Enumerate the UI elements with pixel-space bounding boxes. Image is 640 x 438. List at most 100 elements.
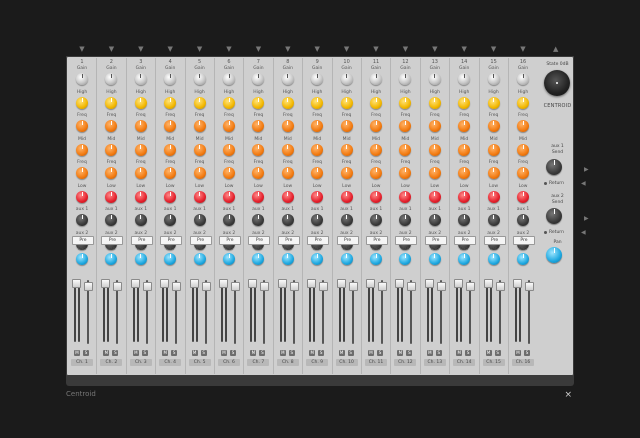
high-freq-knob[interactable] [428, 120, 441, 132]
mid-freq-knob[interactable] [487, 167, 500, 179]
high-eq-knob[interactable] [517, 96, 529, 109]
solo-button[interactable]: S [171, 350, 178, 356]
high-eq-knob[interactable] [281, 96, 294, 109]
aux1-knob[interactable] [487, 214, 500, 226]
mute-button[interactable]: M [103, 350, 110, 356]
close-icon[interactable]: × [564, 390, 572, 400]
aux1-knob[interactable] [399, 214, 412, 226]
high-freq-knob[interactable] [517, 120, 529, 132]
high-freq-knob[interactable] [487, 120, 500, 132]
mid-eq-knob[interactable] [311, 143, 324, 156]
pan-knob[interactable] [105, 253, 118, 265]
high-freq-knob[interactable] [76, 120, 88, 132]
high-eq-knob[interactable] [164, 96, 177, 109]
low-eq-knob[interactable] [193, 190, 206, 203]
fader-handle[interactable] [113, 282, 123, 291]
gain-knob[interactable] [399, 73, 412, 85]
low-eq-knob[interactable] [281, 190, 294, 203]
channel-name[interactable]: Ch. 16 [512, 359, 534, 366]
low-eq-knob[interactable] [76, 190, 88, 203]
mute-button[interactable]: M [485, 350, 492, 356]
mid-freq-knob[interactable] [311, 167, 324, 179]
pre-button[interactable]: Pre [454, 236, 477, 245]
mid-eq-knob[interactable] [105, 143, 118, 156]
high-eq-knob[interactable] [76, 96, 88, 109]
aux1-knob[interactable] [370, 214, 382, 226]
gain-knob[interactable] [517, 73, 529, 85]
pre-button[interactable]: Pre [424, 236, 447, 245]
fader-handle[interactable] [466, 282, 476, 291]
aux1-knob[interactable] [164, 214, 177, 226]
mid-eq-knob[interactable] [487, 143, 500, 156]
high-freq-knob[interactable] [193, 120, 206, 132]
low-eq-knob[interactable] [428, 190, 441, 203]
aux1-return-indicator[interactable] [544, 182, 547, 185]
high-eq-knob[interactable] [193, 96, 206, 109]
mid-freq-knob[interactable] [76, 167, 88, 179]
aux1-send-knob[interactable] [546, 159, 562, 175]
high-eq-knob[interactable] [458, 96, 471, 109]
aux1-knob[interactable] [223, 214, 235, 226]
pre-button[interactable]: Pre [336, 236, 359, 245]
pre-button[interactable]: Pre [366, 236, 388, 245]
mute-button[interactable]: M [309, 350, 316, 356]
low-eq-knob[interactable] [458, 190, 471, 203]
high-eq-knob[interactable] [428, 96, 441, 109]
master-pan-knob[interactable] [546, 247, 562, 263]
channel-name[interactable]: Ch. 14 [453, 359, 476, 366]
low-eq-knob[interactable] [223, 190, 235, 203]
high-eq-knob[interactable] [487, 96, 500, 109]
solo-button[interactable]: S [112, 350, 119, 356]
pan-knob[interactable] [281, 253, 294, 265]
mid-eq-knob[interactable] [370, 143, 382, 156]
pre-button[interactable]: Pre [160, 236, 183, 245]
channel-name[interactable]: Ch. 1 [71, 359, 93, 366]
channel-name[interactable]: Ch. 2 [100, 359, 123, 366]
fader-handle[interactable] [407, 282, 417, 291]
mid-freq-knob[interactable] [370, 167, 382, 179]
aux1-knob[interactable] [458, 214, 471, 226]
pre-button[interactable]: Pre [277, 236, 300, 245]
solo-button[interactable]: S [347, 350, 354, 356]
mute-button[interactable]: M [456, 350, 463, 356]
gain-knob[interactable] [487, 73, 500, 85]
high-eq-knob[interactable] [311, 96, 324, 109]
channel-name[interactable]: Ch. 7 [247, 359, 270, 366]
fader-handle[interactable] [142, 282, 152, 291]
low-eq-knob[interactable] [105, 190, 118, 203]
pan-knob[interactable] [370, 253, 382, 265]
mute-button[interactable]: M [397, 350, 404, 356]
high-freq-knob[interactable] [164, 120, 177, 132]
mute-button[interactable]: M [191, 350, 198, 356]
mid-eq-knob[interactable] [164, 143, 177, 156]
mute-button[interactable]: M [221, 350, 227, 356]
mid-freq-knob[interactable] [458, 167, 471, 179]
mute-button[interactable]: M [338, 350, 345, 356]
channel-name[interactable]: Ch. 8 [276, 359, 299, 366]
gain-knob[interactable] [311, 73, 324, 85]
mid-eq-knob[interactable] [458, 143, 471, 156]
solo-button[interactable]: S [406, 350, 413, 356]
high-eq-knob[interactable] [399, 96, 412, 109]
gain-knob[interactable] [252, 73, 265, 85]
pan-knob[interactable] [164, 253, 177, 265]
channel-name[interactable]: Ch. 12 [394, 359, 417, 366]
pan-knob[interactable] [311, 253, 324, 265]
channel-name[interactable]: Ch. 5 [188, 359, 211, 366]
mid-freq-knob[interactable] [164, 167, 177, 179]
pan-knob[interactable] [76, 253, 88, 265]
gain-knob[interactable] [370, 73, 382, 85]
pre-button[interactable]: Pre [248, 236, 271, 245]
solo-button[interactable]: S [259, 350, 266, 356]
aux2-return-indicator[interactable] [544, 231, 547, 234]
high-freq-knob[interactable] [223, 120, 235, 132]
low-eq-knob[interactable] [164, 190, 177, 203]
solo-button[interactable]: S [318, 350, 325, 356]
mute-button[interactable]: M [426, 350, 433, 356]
pre-button[interactable]: Pre [101, 236, 124, 245]
mid-eq-knob[interactable] [252, 143, 265, 156]
pan-knob[interactable] [517, 253, 529, 265]
mute-button[interactable]: M [515, 350, 521, 356]
mid-eq-knob[interactable] [399, 143, 412, 156]
aux1-knob[interactable] [193, 214, 206, 226]
